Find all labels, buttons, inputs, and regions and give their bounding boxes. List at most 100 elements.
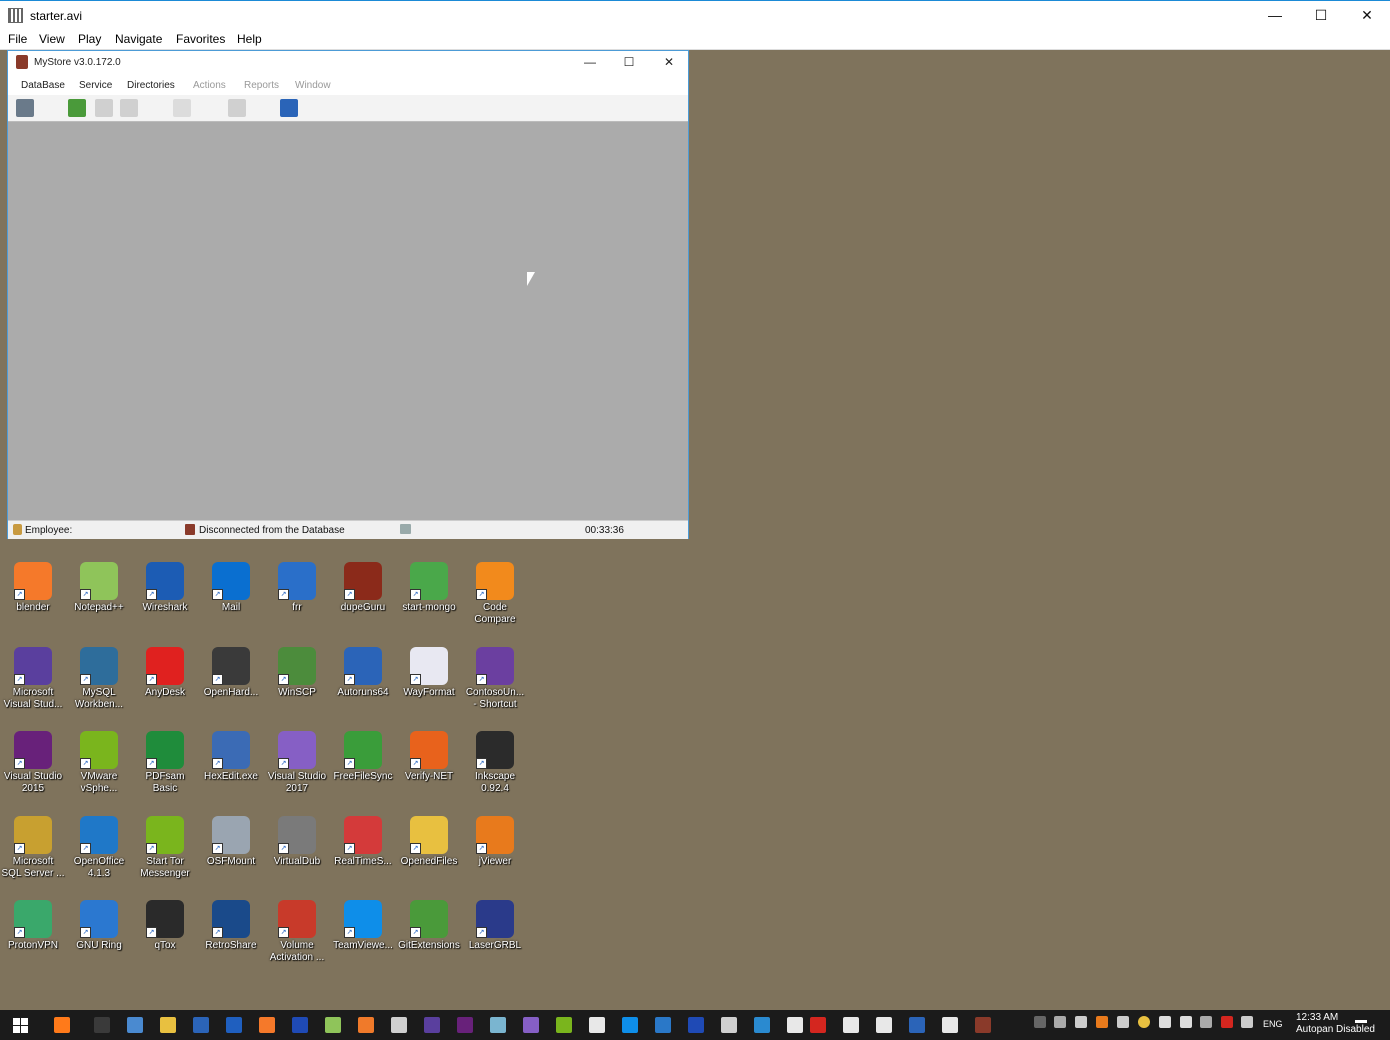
desktop-icon-item[interactable]: ↗ Microsoft SQL Server ... xyxy=(0,815,66,880)
report-icon[interactable] xyxy=(228,99,246,117)
menu-database[interactable]: DataBase xyxy=(21,80,65,91)
taskbar-app-icon[interactable] xyxy=(226,1017,242,1033)
taskbar-app-icon[interactable] xyxy=(721,1017,737,1033)
minimize-button[interactable]: — xyxy=(1252,1,1298,31)
desktop-icon-item[interactable]: ↗ PDFsam Basic xyxy=(132,731,198,795)
menu-favorites[interactable]: Favorites xyxy=(176,32,225,46)
desktop-icon-item[interactable]: ↗ Microsoft Visual Stud... xyxy=(0,646,66,711)
taskbar-app-icon[interactable] xyxy=(975,1017,991,1033)
desktop-icon-item[interactable]: ↗ Verify-NET xyxy=(396,731,462,783)
desktop-icon-item[interactable]: ↗ FreeFileSync xyxy=(330,731,396,783)
taskbar-app-icon[interactable] xyxy=(193,1017,209,1033)
taskbar-app-icon[interactable] xyxy=(556,1017,572,1033)
desktop-icon-item[interactable]: ↗ LaserGRBL xyxy=(462,900,528,952)
taskbar-app-icon[interactable] xyxy=(259,1017,275,1033)
taskbar-app-icon[interactable] xyxy=(754,1017,770,1033)
desktop-icon-item[interactable]: ↗ MySQL Workben... xyxy=(66,646,132,711)
desktop-icon-item[interactable]: ↗ GNU Ring xyxy=(66,900,132,952)
menu-reports[interactable]: Reports xyxy=(244,80,279,91)
menu-service[interactable]: Service xyxy=(79,80,112,91)
menu-navigate[interactable]: Navigate xyxy=(115,32,162,46)
close-button[interactable]: ✕ xyxy=(1344,1,1390,31)
desktop-icon-item[interactable]: ↗ Inkscape 0.92.4 xyxy=(462,731,528,795)
desktop-icon-item[interactable]: ↗ Mail xyxy=(198,562,264,614)
menu-file[interactable]: File xyxy=(8,32,27,46)
taskbar-app-icon[interactable] xyxy=(909,1017,925,1033)
desktop-icon-item[interactable]: ↗ Notepad++ xyxy=(66,562,132,614)
taskbar-app-icon[interactable] xyxy=(622,1017,638,1033)
taskbar-app-icon[interactable] xyxy=(787,1017,803,1033)
taskbar-app-icon[interactable] xyxy=(843,1017,859,1033)
tray-chevron-icon[interactable] xyxy=(1034,1016,1046,1028)
desktop-icon-item[interactable]: ↗ ContosoUn... - Shortcut xyxy=(462,646,528,711)
desktop-icon-item[interactable]: ↗ OpenHard... xyxy=(198,646,264,699)
menu-view[interactable]: View xyxy=(39,32,65,46)
taskbar-app-icon[interactable] xyxy=(325,1017,341,1033)
taskbar-app-icon[interactable] xyxy=(655,1017,671,1033)
desktop-icon-item[interactable]: ↗ WayFormat xyxy=(396,646,462,699)
desktop-icon-item[interactable]: ↗ dupeGuru xyxy=(330,562,396,614)
taskbar-app-icon[interactable] xyxy=(942,1017,958,1033)
taskbar-app-icon[interactable] xyxy=(810,1017,826,1033)
desktop-icon-item[interactable]: ↗ GitExtensions xyxy=(396,900,462,952)
desktop-icon-item[interactable]: ↗ OSFMount xyxy=(198,815,264,868)
taskbar-app-icon[interactable] xyxy=(160,1017,176,1033)
taskbar-app-icon[interactable] xyxy=(391,1017,407,1033)
connect-icon[interactable] xyxy=(68,99,86,117)
desktop-icon-item[interactable]: ↗ frr xyxy=(264,562,330,614)
print-icon[interactable] xyxy=(16,99,34,117)
desktop-icon-item[interactable]: ↗ qTox xyxy=(132,900,198,952)
taskbar-app-icon[interactable] xyxy=(127,1017,143,1033)
desktop-icon-item[interactable]: ↗ TeamViewe... xyxy=(330,900,396,952)
tray-icon-3[interactable] xyxy=(1096,1016,1108,1028)
exit-icon[interactable] xyxy=(280,99,298,117)
desktop-icon-item[interactable]: ↗ RetroShare xyxy=(198,900,264,952)
desktop-icon-item[interactable]: ↗ Volume Activation ... xyxy=(264,900,330,964)
taskbar-app-icon[interactable] xyxy=(94,1017,110,1033)
taskbar-clock[interactable]: 12:33 AM Autopan Disabled xyxy=(1296,1012,1375,1036)
desktop-icon-item[interactable]: ↗ HexEdit.exe xyxy=(198,731,264,783)
menu-window[interactable]: Window xyxy=(295,80,331,91)
desktop-icon-item[interactable]: ↗ Visual Studio 2015 xyxy=(0,731,66,795)
taskbar-app-icon[interactable] xyxy=(490,1017,506,1033)
menu-actions[interactable]: Actions xyxy=(193,80,226,91)
desktop-icon-item[interactable]: ↗ VirtualDub xyxy=(264,815,330,868)
tray-icon-4[interactable] xyxy=(1117,1016,1129,1028)
tray-icon-6[interactable] xyxy=(1221,1016,1233,1028)
tray-icon-2[interactable] xyxy=(1075,1016,1087,1028)
desktop-icon-item[interactable]: ↗ AnyDesk xyxy=(132,646,198,699)
desktop-icon-item[interactable]: ↗ VMware vSphe... xyxy=(66,731,132,795)
mystore-close-button[interactable]: ✕ xyxy=(651,51,687,75)
desktop-icon-item[interactable]: ↗ Visual Studio 2017 xyxy=(264,731,330,795)
desktop-icon-item[interactable]: ↗ Start Tor Messenger xyxy=(132,815,198,880)
document-icon[interactable] xyxy=(120,99,138,117)
desktop-icon-item[interactable]: ↗ OpenedFiles xyxy=(396,815,462,868)
tray-usb-icon[interactable] xyxy=(1159,1016,1171,1028)
notification-icon[interactable] xyxy=(1355,1020,1367,1023)
desktop-icon-item[interactable]: ↗ WinSCP xyxy=(264,646,330,699)
taskbar-app-icon[interactable] xyxy=(292,1017,308,1033)
desktop-icon-item[interactable]: ↗ ProtonVPN xyxy=(0,900,66,952)
tray-icon-5[interactable] xyxy=(1138,1016,1150,1028)
desktop-icon-item[interactable]: ↗ Autoruns64 xyxy=(330,646,396,699)
taskbar-app-icon[interactable] xyxy=(688,1017,704,1033)
taskbar-app-icon[interactable] xyxy=(457,1017,473,1033)
desktop-icon-item[interactable]: ↗ Wireshark xyxy=(132,562,198,614)
tray-battery-icon[interactable] xyxy=(1180,1016,1192,1028)
menu-directories[interactable]: Directories xyxy=(127,80,175,91)
windows-start-icon[interactable] xyxy=(13,1018,29,1034)
menu-play[interactable]: Play xyxy=(78,32,101,46)
taskbar-app-icon[interactable] xyxy=(54,1017,70,1033)
language-indicator[interactable]: ENG xyxy=(1263,1019,1283,1029)
taskbar-app-icon[interactable] xyxy=(876,1017,892,1033)
page-icon[interactable] xyxy=(173,99,191,117)
taskbar-app-icon[interactable] xyxy=(424,1017,440,1033)
taskbar-app-icon[interactable] xyxy=(589,1017,605,1033)
desktop-icon-item[interactable]: ↗ OpenOffice 4.1.3 xyxy=(66,815,132,880)
desktop-icon-item[interactable]: ↗ start-mongo xyxy=(396,562,462,614)
taskbar-app-icon[interactable] xyxy=(523,1017,539,1033)
tray-network-icon[interactable] xyxy=(1241,1016,1253,1028)
refresh-icon[interactable] xyxy=(95,99,113,117)
desktop-icon-item[interactable]: ↗ jViewer xyxy=(462,815,528,868)
tray-volume-icon[interactable] xyxy=(1200,1016,1212,1028)
